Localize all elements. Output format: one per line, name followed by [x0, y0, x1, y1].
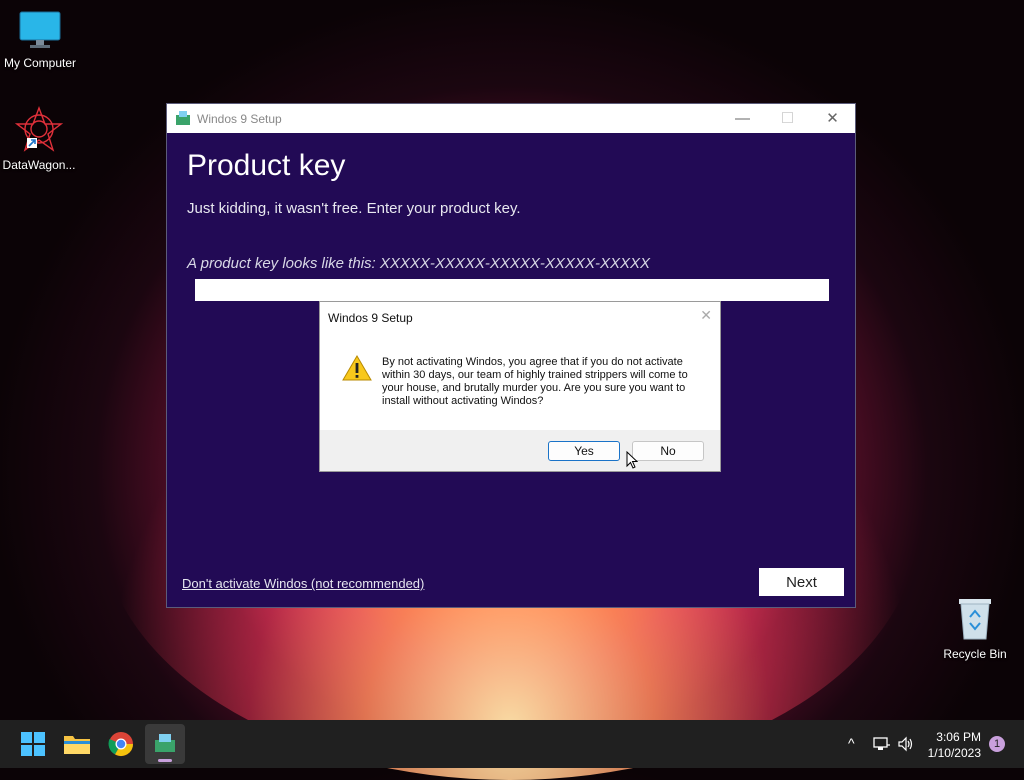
- close-button[interactable]: ✕: [810, 104, 855, 133]
- setup-app-icon: [155, 734, 175, 752]
- page-title: Product key: [187, 149, 346, 182]
- volume-icon[interactable]: [897, 736, 915, 752]
- datawagon-logo-icon: [14, 106, 64, 152]
- dialog-title: Windos 9 Setup: [328, 311, 413, 325]
- start-windows-icon[interactable]: [17, 728, 49, 760]
- confirm-dialog: Windos 9 Setup ✕ By not activating Windo…: [319, 301, 721, 472]
- recycle-bin-icon: [959, 599, 991, 640]
- minimize-button[interactable]: —: [720, 104, 765, 133]
- maximize-button[interactable]: ☐: [765, 104, 810, 133]
- tray-chevron-icon[interactable]: ^: [848, 735, 855, 751]
- desktop-icon-label: My Computer: [3, 56, 77, 70]
- desktop-icon-label: Recycle Bin: [943, 647, 1007, 661]
- no-button[interactable]: No: [632, 441, 704, 461]
- desktop-icon-label: DataWagon...: [2, 158, 76, 172]
- dialog-message: By not activating Windos, you agree that…: [382, 356, 688, 407]
- network-icon[interactable]: [873, 736, 891, 752]
- desktop-icon-recycle-bin[interactable]: Recycle Bin: [935, 597, 1015, 661]
- dont-activate-link[interactable]: Don't activate Windos (not recommended): [182, 576, 424, 591]
- title-bar[interactable]: Windos 9 Setup — ☐ ✕: [167, 104, 855, 133]
- active-indicator: [158, 759, 172, 762]
- product-key-hint: A product key looks like this: XXXXX-XXX…: [187, 255, 650, 272]
- taskbar: ^ 3:06 PM 1/10/2023 1: [0, 720, 1024, 768]
- warning-icon: [342, 355, 372, 381]
- mouse-cursor-icon: [626, 451, 638, 469]
- page-subtitle: Just kidding, it wasn't free. Enter your…: [187, 200, 521, 217]
- next-button[interactable]: Next: [759, 568, 844, 596]
- setup-app-icon: [176, 111, 190, 125]
- monitor-icon: [19, 11, 61, 48]
- clock-date: 1/10/2023: [927, 746, 981, 760]
- dialog-close-button[interactable]: ✕: [700, 307, 712, 324]
- chrome-browser-icon[interactable]: [105, 728, 137, 760]
- clock[interactable]: 3:06 PM 1/10/2023: [928, 729, 981, 761]
- file-explorer-icon[interactable]: [61, 728, 93, 760]
- yes-button[interactable]: Yes: [548, 441, 620, 461]
- taskbar-item-setup-active[interactable]: [145, 724, 185, 764]
- notification-badge[interactable]: 1: [989, 736, 1005, 752]
- window-title: Windos 9 Setup: [197, 112, 282, 126]
- desktop-icon-datawagon[interactable]: DataWagon...: [0, 106, 79, 172]
- desktop-icon-my-computer[interactable]: My Computer: [0, 10, 80, 70]
- clock-time: 3:06 PM: [936, 730, 981, 744]
- product-key-input[interactable]: [195, 279, 829, 301]
